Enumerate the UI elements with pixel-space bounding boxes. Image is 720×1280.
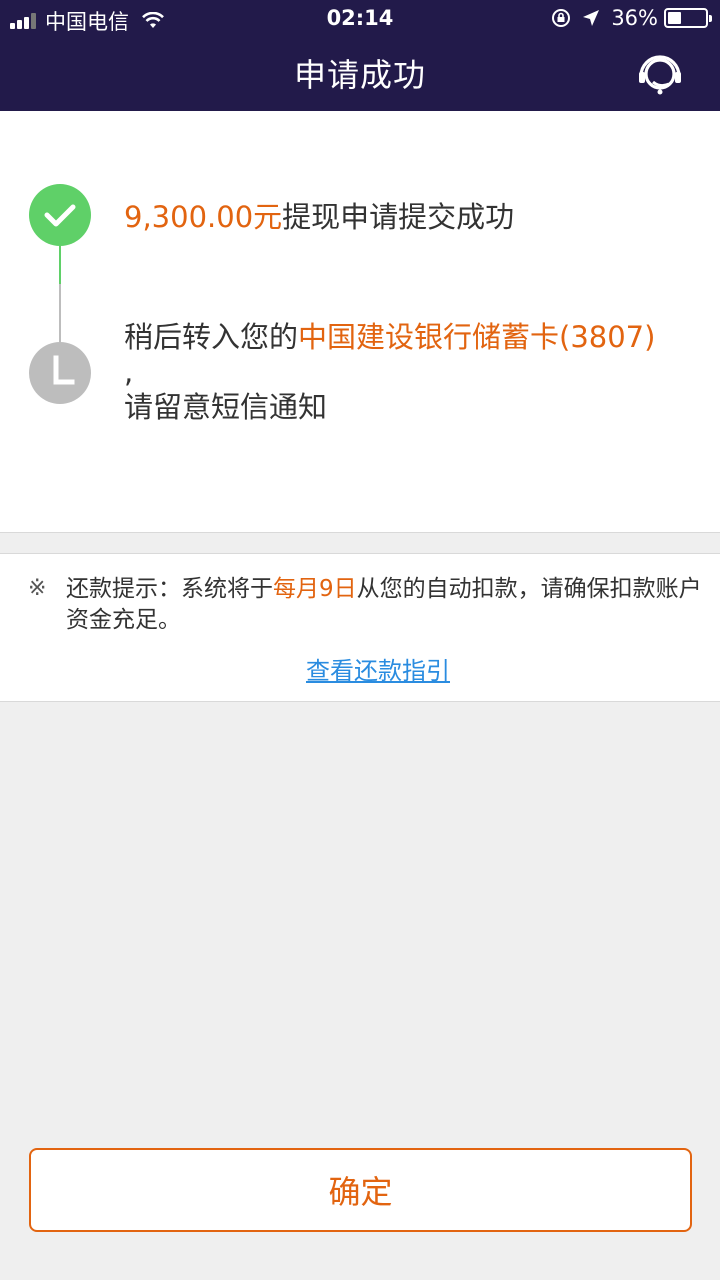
reference-mark-icon: ※	[28, 576, 47, 601]
bank-card: 中国建设银行储蓄卡(3807)	[298, 320, 656, 354]
location-arrow-icon	[583, 10, 600, 26]
result-card: 9,300.00元提现申请提交成功 稍后转入您的中国建设银行储蓄卡(3807) …	[0, 111, 720, 533]
status-bar: 中国电信 02:14 36%	[0, 0, 720, 38]
submitted-message: 提现申请提交成功	[282, 200, 515, 234]
timeline-connector	[59, 246, 61, 342]
battery-icon	[664, 8, 712, 28]
notice-prefix: 还款提示：系统将于	[66, 576, 273, 602]
confirm-button[interactable]: 确定	[29, 1148, 692, 1232]
transfer-comma: ,	[124, 355, 134, 389]
repayment-date: 每月9日	[273, 576, 357, 602]
transfer-prefix: 稍后转入您的	[124, 320, 299, 354]
page-title: 申请成功	[293, 56, 426, 94]
rotation-lock-icon	[552, 9, 571, 27]
step-submitted-text: 9,300.00元提现申请提交成功	[124, 194, 514, 236]
battery-percent: 36%	[611, 6, 658, 30]
success-check-icon	[29, 184, 91, 246]
customer-service-icon[interactable]	[636, 52, 684, 96]
withdraw-amount: 9,300.00元	[124, 200, 283, 234]
step-transfer-text: 稍后转入您的中国建设银行储蓄卡(3807) , 请留意短信通知	[124, 320, 714, 425]
status-right: 36%	[551, 6, 712, 30]
notice-text: 还款提示：系统将于每月9日从您的自动扣款，请确保扣款账户资金充足。	[66, 574, 706, 636]
pending-clock-icon	[29, 342, 91, 404]
sms-notice: 请留意短信通知	[124, 390, 328, 424]
top-header: 中国电信 02:14 36% 申请成功	[0, 0, 720, 111]
repayment-guide-link[interactable]: 查看还款指引	[0, 651, 720, 686]
repayment-notice: ※ 还款提示：系统将于每月9日从您的自动扣款，请确保扣款账户资金充足。 查看还款…	[0, 553, 720, 702]
